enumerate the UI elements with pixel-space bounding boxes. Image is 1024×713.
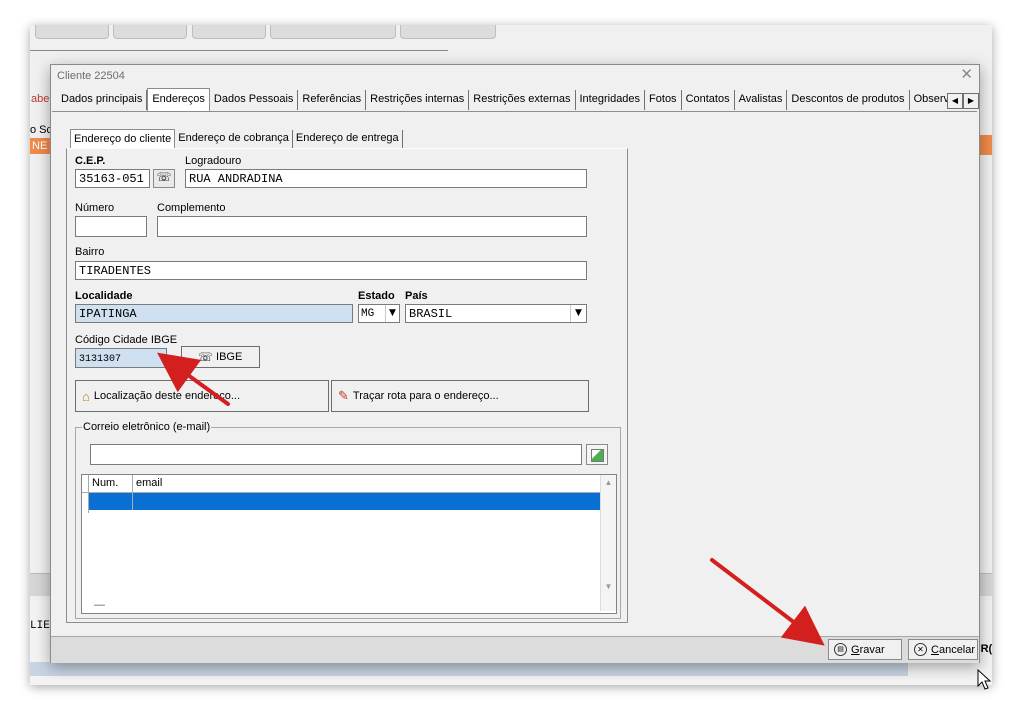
red-arrow-ibge (157, 352, 230, 406)
red-arrow-gravar (710, 558, 825, 646)
mouse-cursor-icon (977, 668, 992, 690)
annotation-arrows (157, 352, 992, 690)
